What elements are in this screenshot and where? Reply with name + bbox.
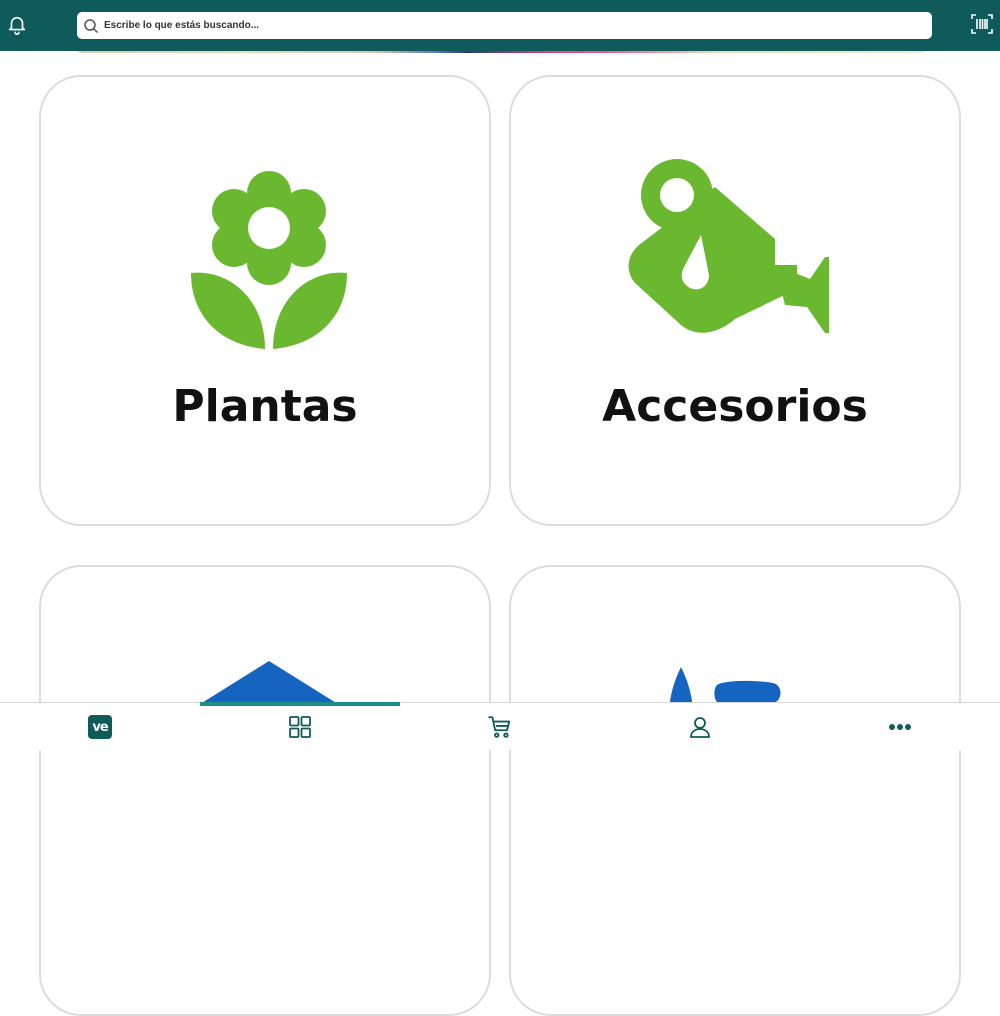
nav-home[interactable]: ve [0, 703, 200, 751]
bottom-navigation: ve [0, 702, 1000, 750]
category-card-accesorios[interactable]: Accesorios [509, 75, 961, 526]
cart-icon [488, 716, 511, 738]
category-card-4[interactable] [509, 565, 961, 1016]
category-card-plantas[interactable]: Plantas [39, 75, 491, 526]
grid-icon [289, 716, 311, 738]
nav-cart[interactable] [400, 703, 600, 751]
watering-can-icon [628, 159, 829, 333]
barcode-scanner-icon[interactable] [970, 12, 994, 36]
top-bar: Escribe lo que estás buscando... [0, 0, 1000, 51]
category-label: Plantas [172, 381, 358, 432]
nav-account[interactable] [600, 703, 800, 751]
nav-more[interactable] [800, 703, 1000, 751]
flower-icon [191, 171, 347, 349]
search-input[interactable]: Escribe lo que estás buscando... [77, 12, 932, 39]
ve-logo-icon: ve [88, 715, 112, 739]
more-dots-icon [889, 724, 911, 730]
logo-text: ve [92, 719, 108, 735]
bell-icon[interactable] [6, 14, 28, 36]
search-icon [84, 18, 99, 33]
category-label: Accesorios [602, 381, 868, 432]
nav-categories[interactable] [200, 703, 400, 751]
category-card-3[interactable] [39, 565, 491, 1016]
user-icon [690, 717, 710, 738]
search-placeholder: Escribe lo que estás buscando... [104, 20, 260, 31]
